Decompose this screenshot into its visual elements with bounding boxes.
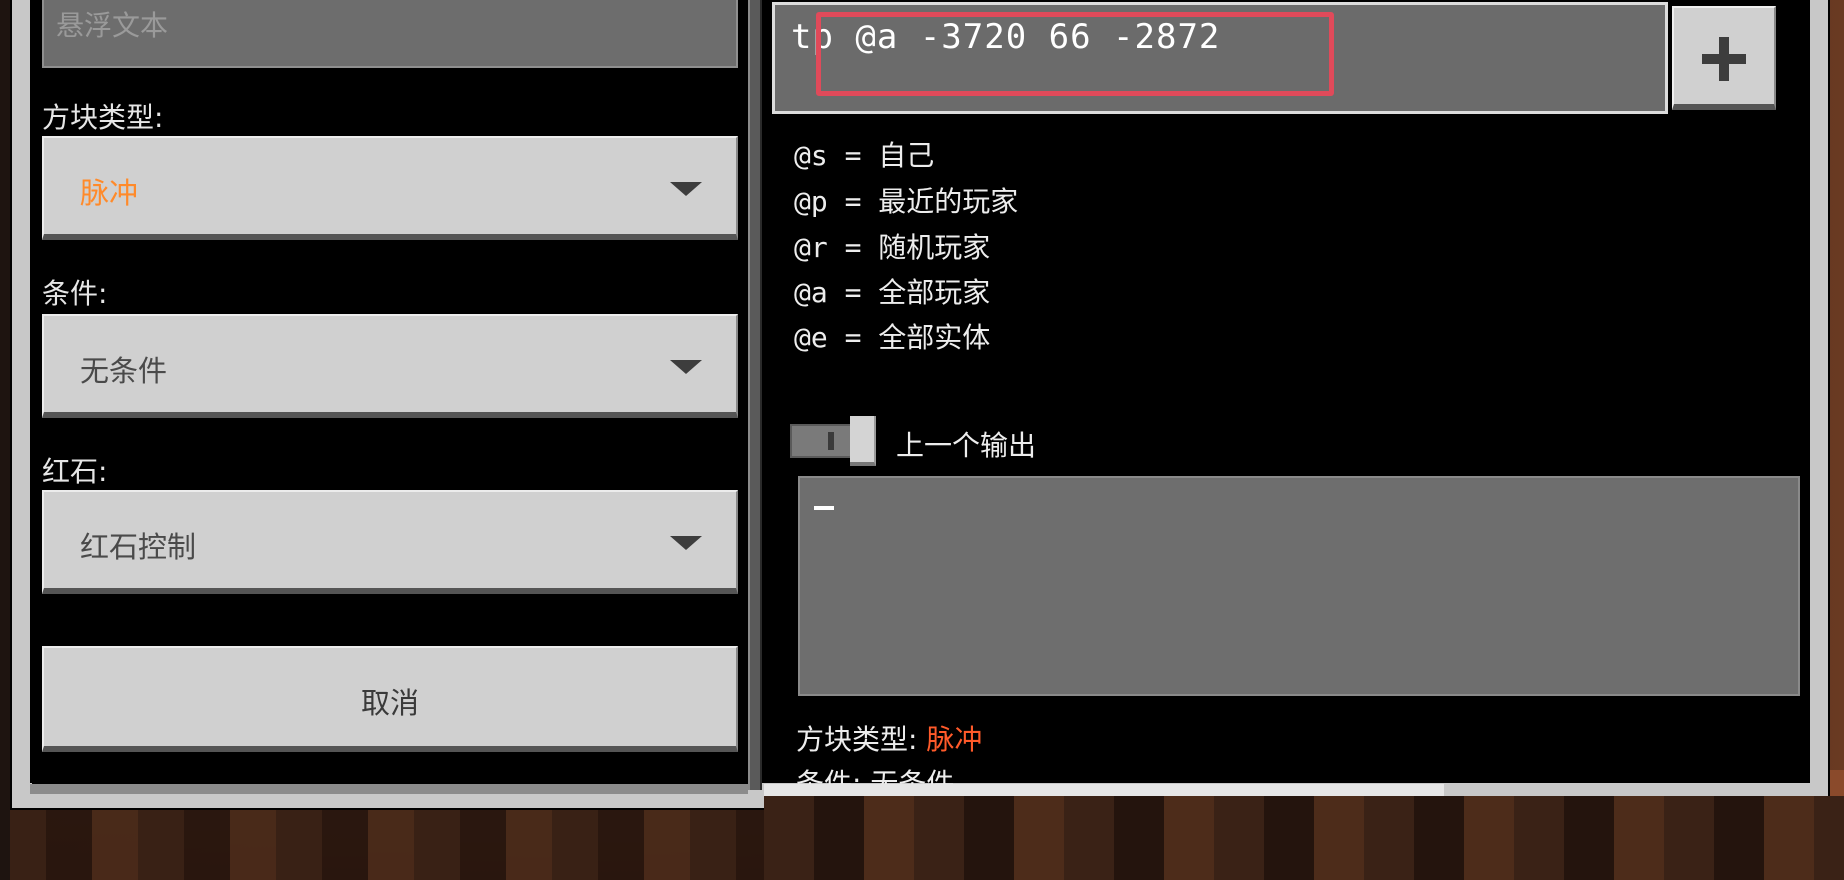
text-cursor xyxy=(814,506,834,510)
block-type-dropdown[interactable]: 脉冲 xyxy=(42,136,738,240)
selector-hint: @s = 自己 xyxy=(794,139,935,172)
previous-output-toggle[interactable] xyxy=(790,416,880,466)
previous-output-box xyxy=(798,476,1800,696)
info-block-type: 方块类型: 脉冲 xyxy=(796,718,982,758)
column-divider xyxy=(748,0,762,790)
redstone-value: 红石控制 xyxy=(80,530,197,564)
panel-bottom-edge xyxy=(30,784,748,794)
redstone-label: 红石: xyxy=(42,455,108,488)
selector-hint: @a = 全部玩家 xyxy=(794,276,991,309)
left-edge xyxy=(0,0,10,880)
selector-hint: @r = 随机玩家 xyxy=(794,231,991,264)
redstone-dropdown[interactable]: 红石控制 xyxy=(42,490,738,594)
highlight-annotation xyxy=(816,12,1334,96)
cancel-label: 取消 xyxy=(360,686,419,720)
cancel-button[interactable]: 取消 xyxy=(42,646,738,752)
block-type-label: 方块类型: xyxy=(42,101,164,134)
condition-label: 条件: xyxy=(42,277,108,310)
hover-text-field[interactable]: 悬浮文本 xyxy=(42,0,738,68)
chevron-down-icon xyxy=(670,182,702,196)
selector-hint: @p = 最近的玩家 xyxy=(794,185,1019,218)
block-type-value: 脉冲 xyxy=(80,176,139,210)
condition-dropdown[interactable]: 无条件 xyxy=(42,314,738,418)
previous-output-label: 上一个输出 xyxy=(896,429,1037,462)
info-condition: 条件: 无条件 xyxy=(796,762,954,786)
condition-value: 无条件 xyxy=(80,354,168,388)
add-button[interactable] xyxy=(1672,6,1776,110)
panel-bottom-strip xyxy=(764,784,1844,880)
info-block-type-label: 方块类型: xyxy=(796,723,927,756)
selector-hint: @e = 全部实体 xyxy=(794,321,991,354)
hover-text-placeholder: 悬浮文本 xyxy=(56,9,169,42)
info-block-type-value: 脉冲 xyxy=(926,723,983,756)
chevron-down-icon xyxy=(670,360,702,374)
chevron-down-icon xyxy=(670,536,702,550)
